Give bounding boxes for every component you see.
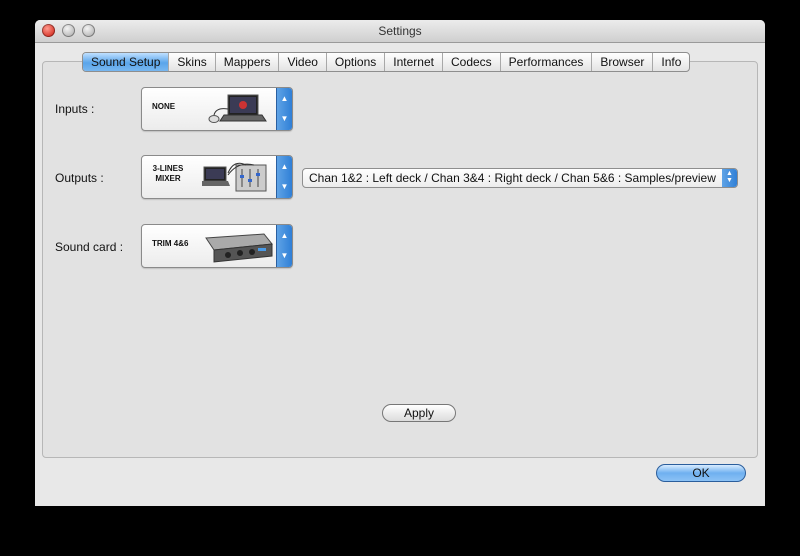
soundcard-device-name: TRIM 4&6 <box>152 239 189 248</box>
stepper-up-icon: ▲ <box>280 231 289 240</box>
tab-info[interactable]: Info <box>653 53 689 71</box>
stepper-up-icon: ▲ <box>280 94 289 103</box>
settings-tabs: Sound Setup Skins Mappers Video Options … <box>82 52 691 72</box>
soundcard-stepper[interactable]: ▲ ▼ <box>276 225 292 267</box>
outputs-device-selector[interactable]: 3-LINES MIXER ▲ ▼ <box>141 155 293 199</box>
inputs-device-selector[interactable]: NONE ▲ ▼ <box>141 87 293 131</box>
inputs-label: Inputs : <box>55 102 95 116</box>
outputs-label: Outputs : <box>55 171 104 185</box>
channel-routing-select[interactable]: Chan 1&2 : Left deck / Chan 3&4 : Right … <box>302 168 738 188</box>
popup-arrows-icon: ▲ ▼ <box>722 169 737 187</box>
outputs-device-name: 3-LINES MIXER <box>148 164 188 184</box>
tab-mappers[interactable]: Mappers <box>216 53 280 71</box>
ok-button[interactable]: OK <box>656 464 746 482</box>
tab-performances[interactable]: Performances <box>501 53 593 71</box>
tab-skins[interactable]: Skins <box>169 53 216 71</box>
tab-internet[interactable]: Internet <box>385 53 443 71</box>
laptop-mixer-icon <box>202 162 267 192</box>
stepper-down-icon: ▼ <box>280 114 289 123</box>
soundcard-label: Sound card : <box>55 240 124 254</box>
title-bar: Settings <box>35 20 765 43</box>
settings-window: Settings Sound Setup Skins Mappers Video… <box>35 20 765 506</box>
channel-routing-value: Chan 1&2 : Left deck / Chan 3&4 : Right … <box>309 171 716 185</box>
tab-codecs[interactable]: Codecs <box>443 53 501 71</box>
inputs-stepper[interactable]: ▲ ▼ <box>276 88 292 130</box>
window-title: Settings <box>378 24 422 38</box>
stepper-up-icon: ▲ <box>280 162 289 171</box>
stepper-down-icon: ▼ <box>280 182 289 191</box>
tab-browser[interactable]: Browser <box>592 53 654 71</box>
outputs-stepper[interactable]: ▲ ▼ <box>276 156 292 198</box>
apply-button[interactable]: Apply <box>382 404 456 422</box>
laptop-mouse-icon <box>208 94 267 123</box>
soundcard-device-selector[interactable]: TRIM 4&6 ▲ ▼ <box>141 224 293 268</box>
tab-sound-setup[interactable]: Sound Setup <box>83 53 170 71</box>
inputs-device-name: NONE <box>152 102 176 111</box>
tab-video[interactable]: Video <box>279 53 327 71</box>
outputs-device-line2: MIXER <box>155 174 181 183</box>
tab-options[interactable]: Options <box>327 53 386 71</box>
audio-interface-icon <box>205 233 273 263</box>
stepper-down-icon: ▼ <box>280 251 289 260</box>
outputs-device-line1: 3-LINES <box>152 164 184 173</box>
